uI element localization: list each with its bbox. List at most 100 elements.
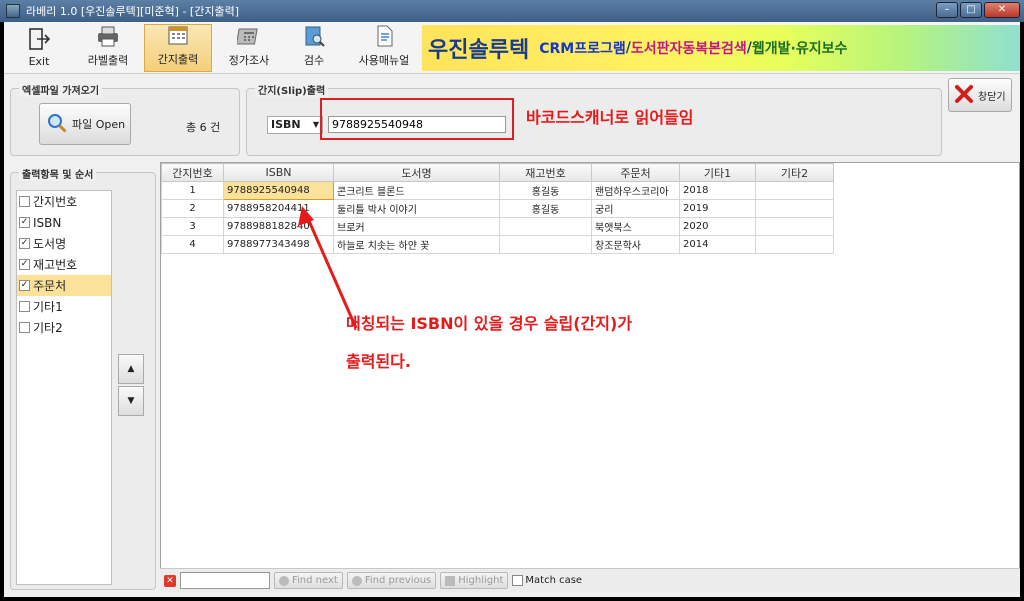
manual-button[interactable]: 사용매뉴얼: [348, 24, 420, 72]
table-cell[interactable]: 2: [161, 199, 224, 218]
table-cell[interactable]: 9788925540948: [223, 181, 334, 200]
column-header[interactable]: 간지번호: [161, 163, 224, 182]
barcode-highlight-box: [320, 98, 514, 140]
output-item[interactable]: 기타1: [17, 296, 111, 317]
slip-print-button[interactable]: 간지출력: [144, 24, 212, 72]
find-previous-button[interactable]: Find previous: [346, 572, 437, 589]
chevron-down-icon: ▼: [312, 120, 319, 129]
highlight-icon: [445, 575, 456, 586]
output-item[interactable]: 기타2: [17, 317, 111, 338]
column-header[interactable]: 도서명: [333, 163, 500, 182]
table-cell[interactable]: [755, 235, 834, 254]
table-cell[interactable]: [755, 199, 834, 218]
title-bar: 라베리 1.0 [우진솔루텍][미준혁] - [간지출력] – □ ✕: [0, 0, 1024, 22]
output-item-checkbox[interactable]: ✓: [19, 280, 30, 291]
table-cell[interactable]: 4: [161, 235, 224, 254]
find-next-icon: [279, 575, 289, 586]
inspect-button[interactable]: 검수: [286, 24, 342, 72]
maximize-button[interactable]: □: [960, 2, 982, 18]
price-check-button[interactable]: 정가조사: [216, 24, 282, 72]
table-cell[interactable]: 홍길동: [499, 199, 592, 218]
column-header[interactable]: 재고번호: [499, 163, 592, 182]
slip-grid: 간지번호 ISBN 도서명 재고번호 주문처 기타1 기타2 1 9788925540948 콘…: [160, 162, 1020, 588]
output-item[interactable]: ✓ ISBN: [17, 212, 111, 233]
table-cell[interactable]: 2018: [679, 181, 756, 200]
table-cell[interactable]: 창조문학사: [591, 235, 680, 254]
table-cell[interactable]: 북앳북스: [591, 217, 680, 236]
table-cell[interactable]: 랜덤하우스코리아: [591, 181, 680, 200]
column-header[interactable]: 기타1: [679, 163, 756, 182]
output-item-checkbox[interactable]: [19, 301, 30, 312]
find-input[interactable]: [180, 572, 270, 589]
output-item[interactable]: ✓ 주문처: [17, 275, 111, 296]
output-item-checkbox[interactable]: [19, 196, 30, 207]
output-item-label: 기타2: [33, 321, 63, 335]
table-cell[interactable]: 홍길동: [499, 181, 592, 200]
output-order-legend: 출력항목 및 순서: [19, 166, 97, 181]
table-row[interactable]: 2 9788958204411 둘리틀 박사 이야기 홍길동 궁리 2019: [161, 199, 834, 218]
table-cell[interactable]: 2019: [679, 199, 756, 218]
column-header[interactable]: 주문처: [591, 163, 680, 182]
table-cell[interactable]: [755, 181, 834, 200]
output-item[interactable]: ✓ 재고번호: [17, 254, 111, 275]
match-case-label: Match case: [525, 575, 583, 586]
output-item-label: 간지번호: [33, 195, 78, 209]
file-open-button[interactable]: 파일 Open: [39, 103, 131, 145]
find-previous-label: Find previous: [364, 575, 432, 586]
highlight-button[interactable]: Highlight: [440, 572, 509, 589]
output-item[interactable]: 간지번호: [17, 191, 111, 212]
table-cell[interactable]: [755, 217, 834, 236]
banner-crm: CRM프로그램: [539, 41, 626, 57]
table-cell[interactable]: 2014: [679, 235, 756, 254]
window-title: 라베리 1.0 [우진솔루텍][미준혁] - [간지출력]: [26, 5, 239, 18]
slip-print-label: 간지출력: [157, 53, 199, 66]
table-cell[interactable]: 2020: [679, 217, 756, 236]
move-down-button[interactable]: ▼: [118, 386, 144, 416]
table-row[interactable]: 1 9788925540948 콘크리트 블론드 홍길동 랜덤하우스코리아 2018: [161, 181, 834, 200]
match-case-checkbox[interactable]: [512, 575, 524, 586]
table-cell[interactable]: 3: [161, 217, 224, 236]
scanner-annotation: 바코드스캐너로 읽어들임: [526, 108, 694, 127]
output-order-list: 간지번호 ✓ ISBN ✓ 도서명 ✓ 재고번호 ✓ 주문처 기타1 기타2: [16, 190, 112, 585]
find-next-button[interactable]: Find next: [274, 572, 343, 589]
output-item-label: ISBN: [33, 215, 62, 230]
file-open-label: 파일 Open: [72, 118, 126, 131]
table-cell[interactable]: 콘크리트 블론드: [333, 181, 500, 200]
calculator-icon: [235, 24, 261, 48]
banner-company: 우진솔루텍: [428, 38, 530, 63]
label-print-button[interactable]: 라벨출력: [76, 24, 140, 72]
close-window-button[interactable]: ✕: [984, 2, 1020, 18]
exit-icon: [27, 27, 51, 51]
table-cell[interactable]: 궁리: [591, 199, 680, 218]
table-row[interactable]: 4 9788977343498 하늘로 치솟는 하얀 꽃 창조문학사 2014: [161, 235, 834, 254]
output-item-label: 기타1: [33, 300, 63, 314]
search-field-select[interactable]: ISBN ▼: [267, 116, 323, 134]
output-item-checkbox[interactable]: ✓: [19, 217, 30, 228]
output-item-checkbox[interactable]: ✓: [19, 259, 30, 270]
calendar-icon: [166, 23, 190, 47]
column-header[interactable]: ISBN: [223, 163, 334, 182]
minimize-button[interactable]: –: [936, 2, 958, 18]
inspect-label: 검수: [303, 54, 325, 67]
find-bar: ✕ Find next Find previous Highlight Matc…: [160, 568, 1020, 592]
exit-button[interactable]: Exit: [8, 24, 70, 72]
output-item-checkbox[interactable]: ✓: [19, 238, 30, 249]
table-cell[interactable]: [499, 217, 592, 236]
close-button[interactable]: 창닫기: [948, 78, 1012, 112]
move-up-button[interactable]: ▲: [118, 354, 144, 384]
table-cell[interactable]: [499, 235, 592, 254]
promo-banner: 우진솔루텍 CRM프로그램 / 도서판자동복본검색 / 웹개발·유지보수: [422, 25, 1020, 71]
document-icon: [372, 24, 396, 48]
clear-search-icon[interactable]: ✕: [164, 574, 176, 587]
inspect-icon: [302, 24, 326, 48]
close-icon: [953, 83, 975, 108]
table-cell[interactable]: 1: [161, 181, 224, 200]
column-header[interactable]: 기타2: [755, 163, 834, 182]
manual-label: 사용매뉴얼: [358, 54, 410, 67]
output-item-checkbox[interactable]: [19, 322, 30, 333]
output-item[interactable]: ✓ 도서명: [17, 233, 111, 254]
table-row[interactable]: 3 9788988182840 브로커 북앳북스 2020: [161, 217, 834, 236]
excel-import-group: 엑셀파일 가져오기 파일 Open 총 6 건: [10, 82, 240, 156]
printer-icon: [96, 24, 120, 48]
magnifier-icon: [46, 112, 68, 137]
